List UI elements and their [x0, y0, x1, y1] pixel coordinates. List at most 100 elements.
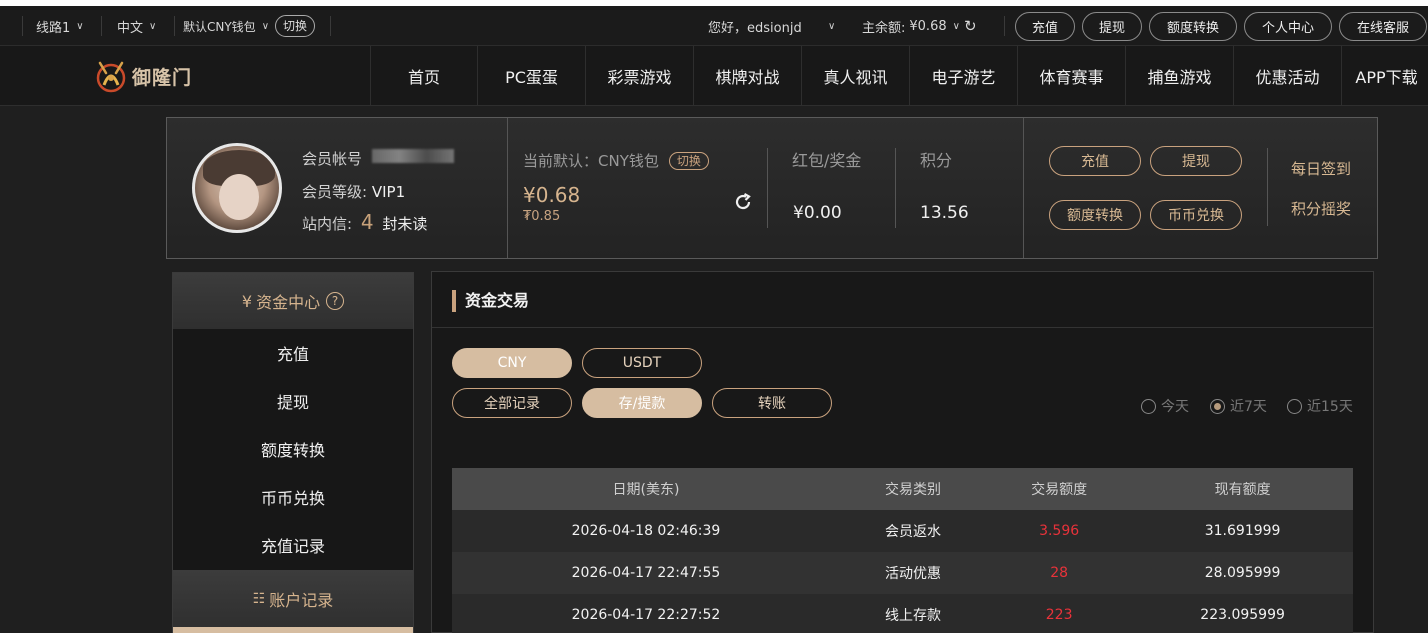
nav-pc-egg[interactable]: PC蛋蛋: [477, 46, 585, 106]
transfer-button[interactable]: 额度转换: [1049, 200, 1141, 230]
chevron-down-icon: ∨: [261, 20, 270, 32]
nav-fishing[interactable]: 捕鱼游戏: [1125, 46, 1233, 106]
main-nav: 御隆门 首页 PC蛋蛋 彩票游戏 棋牌对战 真人视讯 电子游艺 体育赛事 捕鱼游…: [0, 46, 1428, 106]
unread-count: 4: [360, 210, 374, 234]
language-label: 中文: [117, 20, 144, 36]
logo-text: 御隆门: [132, 66, 193, 89]
radio-icon: [1141, 398, 1156, 414]
avatar-face: [219, 174, 259, 220]
user-info-panel: 会员帐号 会员等级: VIP1 站内信: 4 封未读 当前默认：CNY钱包 切换…: [166, 117, 1378, 259]
yen-coin-icon: ¥: [241, 291, 253, 311]
divider: [101, 16, 102, 36]
current-wallet: 当前默认：CNY钱包 切换: [523, 150, 709, 171]
tab-deposit-withdraw[interactable]: 存/提款: [582, 388, 702, 418]
points-label: 积分: [920, 151, 953, 170]
wallet-switch-button[interactable]: 切换: [668, 151, 709, 170]
tab-cny[interactable]: CNY: [452, 348, 572, 378]
nav-lottery[interactable]: 彩票游戏: [585, 46, 693, 106]
greeting: 您好，edsionjd: [708, 20, 802, 36]
column-header-type: 交易类别: [839, 468, 987, 510]
cell-date: 2026-04-17 22:47:55: [452, 552, 840, 594]
deposit-button[interactable]: 充值: [1049, 146, 1141, 176]
divider: [432, 327, 1373, 328]
radio-icon: [1287, 398, 1302, 414]
refresh-icon[interactable]: [733, 192, 753, 212]
divider: [174, 16, 175, 36]
customer-service-button[interactable]: 在线客服: [1339, 12, 1427, 41]
period-today-label: 今天: [1161, 399, 1189, 415]
cell-type: 活动优惠: [839, 552, 987, 594]
inbox-status[interactable]: 站内信: 4 封未读: [302, 210, 427, 234]
sidebar: ¥ 资金中心 ? 充值 提现 额度转换 币币兑换 充值记录 ☷ 账户记录: [172, 272, 414, 633]
top-deposit-button[interactable]: 充值: [1015, 12, 1075, 41]
funds-transaction-panel: 资金交易 CNY USDT 全部记录 存/提款 转账 今天 近7天 近15天 日…: [431, 271, 1374, 633]
sidebar-item-coin-exchange[interactable]: 币币兑换: [173, 473, 413, 521]
nav-promotions[interactable]: 优惠活动: [1233, 46, 1341, 106]
divider: [1004, 16, 1005, 36]
withdraw-button[interactable]: 提现: [1150, 146, 1242, 176]
account-label: 会员帐号: [302, 150, 363, 168]
daily-checkin-link[interactable]: 每日签到: [1291, 158, 1351, 179]
divider: [1023, 118, 1024, 258]
points-lottery-link[interactable]: 积分摇奖: [1291, 198, 1351, 219]
nav-live-casino[interactable]: 真人视讯: [801, 46, 909, 106]
chevron-down-icon: ∨: [76, 20, 84, 32]
divider: [22, 16, 23, 36]
line-selector[interactable]: 线路1 ∨: [36, 6, 84, 46]
unread-suffix: 封未读: [382, 215, 428, 233]
help-icon[interactable]: ?: [326, 292, 345, 310]
sidebar-header-label: 资金中心: [256, 293, 321, 312]
cell-amount: 28: [986, 552, 1133, 594]
top-transfer-button[interactable]: 额度转换: [1149, 12, 1237, 41]
masked-account-value: [372, 149, 454, 163]
sidebar-item-withdraw[interactable]: 提现: [173, 377, 413, 425]
tab-transfer[interactable]: 转账: [712, 388, 832, 418]
wallet-label: 默认CNY钱包: [183, 19, 256, 34]
table-header-row: 日期(美东) 交易类别 交易额度 现有额度: [452, 468, 1353, 510]
tab-all-records[interactable]: 全部记录: [452, 388, 572, 418]
top-withdraw-button[interactable]: 提现: [1082, 12, 1142, 41]
avatar[interactable]: [192, 143, 282, 233]
cell-balance: 223.095999: [1132, 594, 1353, 633]
main-amount: ¥0.68: [523, 183, 581, 207]
period-15-days[interactable]: 近15天: [1287, 396, 1353, 416]
sidebar-header-funds[interactable]: ¥ 资金中心 ?: [173, 273, 413, 329]
chevron-down-icon: ∨: [828, 20, 836, 32]
sidebar-item-deposit-records[interactable]: 充值记录: [173, 521, 413, 569]
sidebar-header-account-records[interactable]: ☷ 账户记录: [173, 570, 413, 628]
wallet-switch-button[interactable]: 切换: [275, 15, 316, 37]
personal-center-button[interactable]: 个人中心: [1244, 12, 1332, 41]
coin-exchange-button[interactable]: 币币兑换: [1150, 200, 1242, 230]
nav-sports[interactable]: 体育赛事: [1017, 46, 1125, 106]
nav-app-download[interactable]: APP下载: [1341, 46, 1428, 106]
main-balance: 主余额: ¥0.68 ∨ ↻: [862, 6, 977, 46]
chevron-down-icon[interactable]: ∨: [953, 21, 960, 32]
sidebar-item-transfer[interactable]: 额度转换: [173, 425, 413, 473]
divider: [1267, 148, 1268, 226]
period-7-days[interactable]: 近7天: [1210, 396, 1267, 416]
divider: [330, 16, 331, 36]
cell-balance: 31.691999: [1132, 510, 1353, 552]
nav-slots[interactable]: 电子游艺: [909, 46, 1017, 106]
sidebar-item-deposit[interactable]: 充值: [173, 329, 413, 377]
balance-label: 主余额:: [862, 20, 906, 36]
cell-type: 会员返水: [839, 510, 987, 552]
account-dropdown[interactable]: ∨: [828, 6, 835, 46]
logo-mark-icon: [96, 61, 126, 93]
refresh-icon[interactable]: ↻: [964, 17, 977, 35]
bonus-label: 红包/奖金: [792, 151, 862, 170]
document-icon: ☷: [252, 591, 266, 607]
nav-home[interactable]: 首页: [370, 46, 477, 106]
points-value: 13.56: [920, 203, 969, 223]
language-selector[interactable]: 中文 ∨: [117, 6, 156, 46]
table-row: 2026-04-17 22:27:52 线上存款 223 223.095999: [452, 594, 1353, 633]
table-row: 2026-04-17 22:47:55 活动优惠 28 28.095999: [452, 552, 1353, 594]
bonus-value: ¥0.00: [793, 203, 842, 223]
chevron-down-icon: ∨: [149, 20, 157, 32]
column-header-balance: 现有额度: [1132, 468, 1353, 510]
period-today[interactable]: 今天: [1141, 396, 1189, 416]
site-logo[interactable]: 御隆门: [94, 56, 194, 96]
wallet-selector[interactable]: 默认CNY钱包 ∨ 切换: [183, 6, 316, 46]
nav-chess[interactable]: 棋牌对战: [693, 46, 801, 106]
tab-usdt[interactable]: USDT: [582, 348, 702, 378]
